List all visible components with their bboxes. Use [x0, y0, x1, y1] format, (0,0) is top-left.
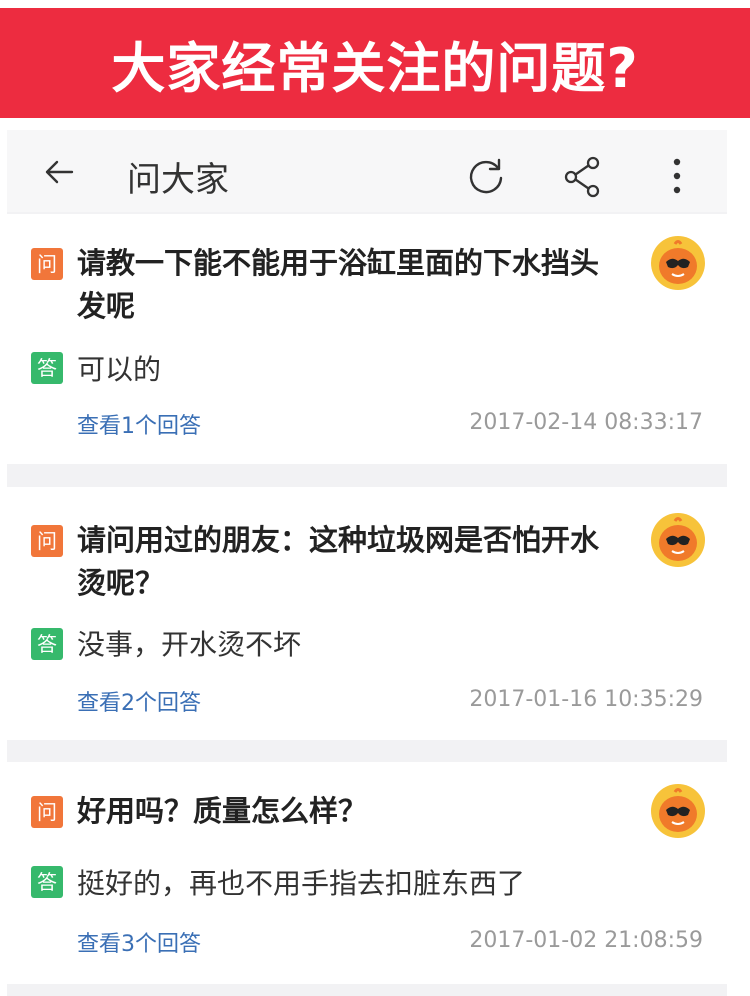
- back-arrow-icon[interactable]: [43, 156, 75, 188]
- top-bar: 问大家: [7, 130, 727, 212]
- page-title: 问大家: [127, 160, 229, 200]
- more-options-icon[interactable]: [667, 156, 687, 196]
- banner-title: 大家经常关注的问题?: [111, 36, 639, 100]
- answer-badge: 答: [31, 866, 63, 898]
- user-avatar-icon: [651, 784, 705, 838]
- refresh-icon[interactable]: [465, 156, 507, 198]
- question-text: 请问用过的朋友：这种垃圾网是否怕开水烫呢？: [77, 523, 600, 600]
- question-badge: 问: [31, 248, 63, 280]
- view-answers-link[interactable]: 查看2个回答: [77, 685, 201, 717]
- user-avatar-icon: [651, 513, 705, 567]
- timestamp: 2017-01-02 21:08:59: [469, 928, 703, 953]
- view-answers-link[interactable]: 查看1个回答: [77, 408, 201, 440]
- answer-text: 没事，开水烫不坏: [77, 628, 302, 661]
- answer-badge: 答: [31, 352, 63, 384]
- timestamp: 2017-02-14 08:33:17: [469, 410, 703, 435]
- qa-screen: 问大家 问 请教一下能不能用于浴缸里面的下水挡头发呢 答 可以的 查看1个回答 …: [7, 130, 727, 996]
- question-card[interactable]: 问 请教一下能不能用于浴缸里面的下水挡头发呢 答 可以的 查看1个回答 2017…: [7, 214, 727, 464]
- timestamp: 2017-01-16 10:35:29: [469, 687, 703, 712]
- user-avatar-icon: [651, 236, 705, 290]
- answer-text: 挺好的，再也不用手指去扣脏东西了: [77, 867, 526, 900]
- view-answers-link[interactable]: 查看3个回答: [77, 926, 201, 958]
- question-text: 好用吗？质量怎么样？: [77, 794, 368, 828]
- question-card[interactable]: 问 好用吗？质量怎么样？ 答 挺好的，再也不用手指去扣脏东西了 查看3个回答 2…: [7, 762, 727, 984]
- share-icon[interactable]: [562, 156, 602, 198]
- question-card[interactable]: 问 请问用过的朋友：这种垃圾网是否怕开水烫呢？ 答 没事，开水烫不坏 查看2个回…: [7, 487, 727, 740]
- answer-text: 可以的: [77, 353, 162, 386]
- header-banner: 大家经常关注的问题?: [0, 8, 750, 118]
- question-badge: 问: [31, 525, 63, 557]
- answer-badge: 答: [31, 628, 63, 660]
- question-text: 请教一下能不能用于浴缸里面的下水挡头发呢: [77, 246, 600, 323]
- question-badge: 问: [31, 796, 63, 828]
